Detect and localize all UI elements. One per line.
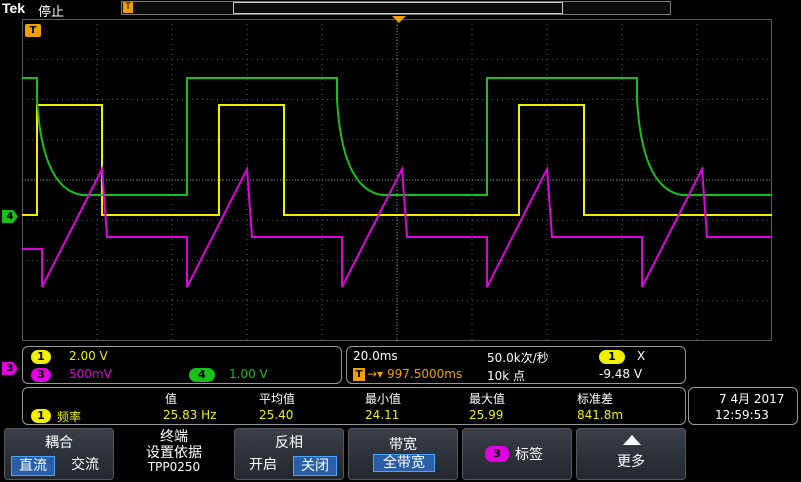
channel-scale-panel[interactable]: 1 2.00 V 3 500mV 4 1.00 V <box>22 346 342 384</box>
ch4-scale: 1.00 V <box>229 367 268 381</box>
ch3-offset-marker[interactable]: 3 <box>2 362 18 375</box>
meas-name: 频率 <box>57 410 82 424</box>
meas-header-mean: 平均值 <box>259 392 296 406</box>
record-length: 10k 点 <box>487 369 526 383</box>
more-title: 更多 <box>617 454 645 470</box>
ch3-scale: 500mV <box>69 367 112 381</box>
measurement-panel[interactable]: 值 平均值 最小值 最大值 标准差 1 频率 25.83 Hz 25.40 24… <box>22 387 686 425</box>
bandwidth-value: 全带宽 <box>373 454 435 472</box>
trigger-position: 997.5000ms <box>387 367 463 381</box>
ch3-badge: 3 <box>31 368 51 382</box>
timebase-panel[interactable]: 20.0ms 50.0k次/秒 1 X T →▾ 997.5000ms 10k … <box>346 346 686 384</box>
meas-header-stddev: 标准差 <box>577 392 614 406</box>
invert-on-option[interactable]: 开启 <box>241 456 285 476</box>
bandwidth-title: 带宽 <box>389 437 417 453</box>
label-channel-badge: 3 <box>485 446 509 462</box>
termination-subtitle: 设置依据 <box>146 445 202 461</box>
more-button[interactable]: 更多 <box>576 428 686 480</box>
coupling-dc-option[interactable]: 直流 <box>11 456 55 476</box>
label-title: 标签 <box>515 447 543 463</box>
coupling-button[interactable]: 耦合 直流 交流 <box>4 428 114 480</box>
waveform-display[interactable] <box>22 19 772 341</box>
termination-button[interactable]: 终端 设置依据 TPP0250 <box>118 428 230 480</box>
invert-button[interactable]: 反相 开启 关闭 <box>234 428 344 480</box>
meas-mean: 25.40 <box>259 408 294 422</box>
trigger-level: -9.48 V <box>599 367 643 381</box>
run-state-label: 停止 <box>38 5 65 20</box>
invert-off-option[interactable]: 关闭 <box>293 456 337 476</box>
trigger-arrow-icon: →▾ <box>367 367 384 381</box>
datetime-panel[interactable]: 7 4月 2017 12:59:53 <box>688 387 798 425</box>
trigger-position-icon: T <box>353 368 365 381</box>
brand-logo: Tek <box>2 0 26 16</box>
ch4-badge: 4 <box>189 368 215 382</box>
trigger-slope-icon: X <box>637 349 646 363</box>
invert-title: 反相 <box>275 435 303 451</box>
meas-stddev: 841.8m <box>577 408 624 422</box>
probe-model: TPP0250 <box>147 460 201 474</box>
trigger-position-arrow-icon[interactable] <box>392 16 406 24</box>
horizontal-scale: 20.0ms <box>353 349 398 363</box>
trigger-source-badge: 1 <box>599 350 625 364</box>
meas-header-value: 值 <box>165 392 178 406</box>
record-trigger-marker: T <box>123 2 133 13</box>
chevron-up-icon <box>623 435 641 445</box>
coupling-ac-option[interactable]: 交流 <box>63 456 107 476</box>
meas-header-min: 最小值 <box>365 392 402 406</box>
time-label: 12:59:53 <box>715 408 769 422</box>
ch4-offset-marker[interactable]: 4 <box>2 210 18 223</box>
meas-value: 25.83 Hz <box>163 408 217 422</box>
meas-channel-badge: 1 <box>31 409 51 423</box>
record-view-window[interactable] <box>233 2 563 14</box>
side-menu-bar: 耦合 直流 交流 终端 设置依据 TPP0250 反相 开启 关闭 带宽 全带宽… <box>0 428 801 482</box>
bandwidth-button[interactable]: 带宽 全带宽 <box>348 428 458 480</box>
date-label: 7 4月 2017 <box>719 392 785 406</box>
meas-header-max: 最大值 <box>469 392 506 406</box>
ch1-badge: 1 <box>31 350 51 364</box>
label-button[interactable]: 3 标签 <box>462 428 572 480</box>
coupling-title: 耦合 <box>45 435 73 451</box>
sample-rate: 50.0k次/秒 <box>487 351 549 365</box>
ch1-scale: 2.00 V <box>69 349 108 363</box>
meas-max: 25.99 <box>469 408 504 422</box>
meas-min: 24.11 <box>365 408 400 422</box>
trigger-level-marker[interactable]: T <box>25 24 41 37</box>
graticule-grid <box>22 19 772 341</box>
